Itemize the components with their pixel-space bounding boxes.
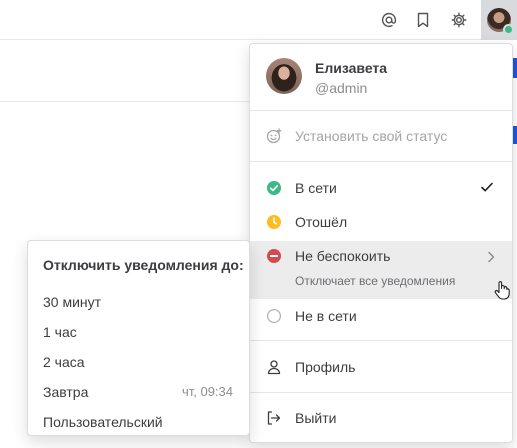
divider: [250, 340, 512, 341]
status-dnd-description: Отключает все уведомления: [295, 274, 456, 288]
option-label: Завтра: [43, 384, 89, 400]
profile-header: Елизавета @admin: [250, 44, 512, 110]
set-status-label: Установить свой статус: [295, 128, 448, 144]
dnd-option-tomorrow[interactable]: Завтра чт, 09:34: [28, 376, 249, 406]
checkmark-icon: [480, 180, 494, 194]
status-online-label: В сети: [295, 180, 337, 196]
at-mention-icon[interactable]: [378, 9, 400, 31]
status-dnd-label: Не беспокоить: [295, 248, 391, 264]
dnd-option-2-hours[interactable]: 2 часа: [28, 346, 249, 376]
set-status-item[interactable]: Установить свой статус: [250, 121, 512, 151]
smiley-plus-icon: [266, 128, 282, 144]
dnd-duration-submenu: Отключить уведомления до: 30 минут 1 час…: [27, 240, 250, 436]
option-label: 2 часа: [43, 354, 85, 370]
profile-name: Елизавета: [315, 60, 388, 76]
divider: [250, 392, 512, 393]
dnd-option-30-min[interactable]: 30 минут: [28, 286, 249, 316]
online-status-icon: [266, 180, 282, 196]
status-away-item[interactable]: Отошёл: [250, 207, 512, 237]
status-dnd-item[interactable]: Не беспокоить Отключает все уведомления: [250, 241, 512, 299]
option-label: 30 минут: [43, 294, 102, 310]
option-time: чт, 09:34: [181, 384, 233, 399]
logout-icon: [266, 410, 282, 426]
status-offline-item[interactable]: Не в сети: [250, 301, 512, 331]
hand-cursor-icon: [493, 280, 511, 300]
dnd-status-icon: [266, 248, 282, 269]
profile-item[interactable]: Профиль: [250, 352, 512, 382]
option-label: Пользовательский: [43, 414, 163, 430]
status-away-label: Отошёл: [295, 214, 348, 230]
away-status-icon: [266, 214, 282, 230]
user-icon: [266, 359, 282, 375]
divider: [250, 110, 512, 111]
divider: [250, 161, 512, 162]
user-avatar-button[interactable]: [481, 0, 517, 40]
profile-handle: @admin: [315, 80, 368, 96]
gear-icon[interactable]: [448, 9, 470, 31]
chevron-right-icon: [486, 250, 496, 263]
avatar: [266, 58, 302, 94]
divider: [0, 101, 252, 102]
logout-item[interactable]: Выйти: [250, 403, 512, 433]
submenu-title: Отключить уведомления до:: [43, 257, 244, 273]
avatar: [487, 8, 514, 35]
user-account-menu: Елизавета @admin Установить свой статус …: [249, 43, 513, 443]
profile-label: Профиль: [295, 359, 356, 375]
logout-label: Выйти: [295, 410, 337, 426]
status-offline-label: Не в сети: [295, 308, 357, 324]
bookmark-icon[interactable]: [412, 9, 434, 31]
status-online-item[interactable]: В сети: [250, 173, 512, 203]
dnd-option-custom[interactable]: Пользовательский: [28, 406, 249, 436]
online-status-icon: [503, 24, 514, 35]
offline-status-icon: [266, 308, 282, 324]
top-header: [0, 0, 517, 40]
option-label: 1 час: [43, 324, 77, 340]
dnd-option-1-hour[interactable]: 1 час: [28, 316, 249, 346]
